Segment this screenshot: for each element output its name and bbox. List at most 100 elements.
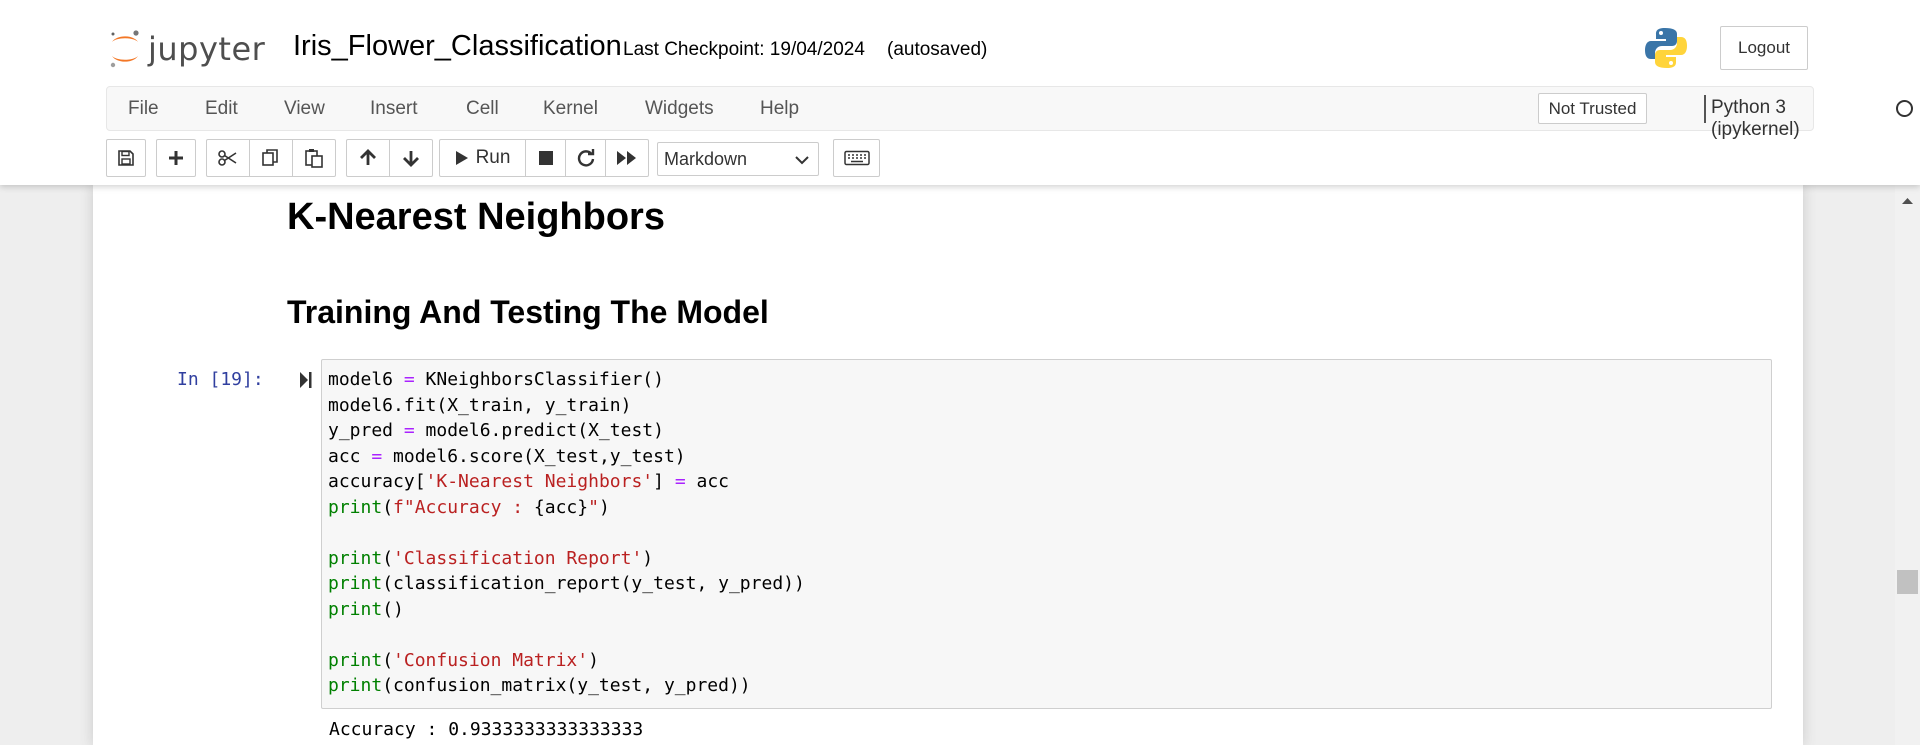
copy-icon — [262, 149, 278, 166]
code-line: print('Classification Report') — [328, 546, 805, 572]
code-token: " — [588, 496, 599, 518]
keyboard-icon — [843, 150, 870, 166]
code-token: print — [328, 573, 383, 594]
code-line: print('Confusion Matrix') — [328, 648, 805, 674]
logout-button[interactable]: Logout — [1720, 26, 1808, 70]
code-token: acc — [328, 445, 372, 467]
code-line: print() — [328, 597, 805, 623]
checkpoint-status: Last Checkpoint: 19/04/2024 — [623, 39, 865, 60]
code-line: print(confusion_matrix(y_test, y_pred)) — [328, 673, 805, 699]
code-token: ( — [382, 649, 394, 671]
jupyter-logo-icon — [110, 30, 139, 68]
chevron-down-icon — [795, 156, 809, 165]
input-prompt: In [19]: — [177, 369, 264, 390]
code-token: model6.score(X_test,y_test) — [382, 445, 686, 467]
trust-button[interactable]: Not Trusted — [1538, 93, 1647, 124]
code-token: (classification_report(y_test, y_pred)) — [382, 573, 805, 594]
save-icon — [118, 150, 134, 166]
run-cell-icon[interactable] — [299, 371, 313, 394]
code-token: = — [674, 471, 686, 492]
restart-run-all-button[interactable] — [605, 139, 649, 177]
code-editor[interactable]: model6 = KNeighborsClassifier() model6.fi… — [328, 367, 805, 699]
code-token: print — [328, 547, 383, 569]
code-token: = — [403, 369, 415, 390]
notebook-title[interactable]: Iris_Flower_Classification — [293, 30, 622, 63]
code-token: f"Accuracy : — [393, 496, 534, 518]
menu-kernel[interactable]: Kernel — [543, 98, 598, 120]
restart-button[interactable] — [565, 139, 606, 177]
code-token: = — [403, 420, 415, 441]
code-token: ) — [642, 547, 654, 569]
code-token: accuracy[ — [328, 471, 426, 492]
cut-icon — [218, 150, 237, 166]
code-line: model6.fit(X_train, y_train) — [328, 393, 805, 419]
scrollbar-thumb[interactable] — [1897, 570, 1918, 594]
menu-help[interactable]: Help — [760, 98, 799, 120]
python-logo-icon — [1644, 26, 1688, 75]
menu-widgets[interactable]: Widgets — [645, 98, 714, 120]
code-token: model6.fit(X_train, y_train) — [328, 394, 632, 416]
menu-insert[interactable]: Insert — [370, 98, 418, 120]
code-token: ] — [653, 471, 675, 492]
paste-button[interactable] — [292, 139, 336, 177]
command-palette-button[interactable] — [833, 139, 880, 177]
menu-view[interactable]: View — [284, 98, 325, 120]
logo-text: jupyter — [148, 30, 266, 68]
code-token: ) — [598, 496, 610, 518]
code-token: print — [328, 649, 383, 671]
code-token: model6.predict(X_test) — [414, 420, 664, 441]
code-token: acc — [685, 471, 730, 492]
code-token: {acc} — [533, 496, 589, 518]
code-line: print(f"Accuracy : {acc}") — [328, 495, 805, 521]
copy-button[interactable] — [249, 139, 293, 177]
code-line: acc = model6.score(X_test,y_test) — [328, 444, 805, 470]
cell-output: Accuracy : 0.9333333333333333 — [329, 719, 644, 740]
cell-type-value: Markdown — [664, 148, 748, 169]
insert-cell-button[interactable] — [156, 139, 196, 177]
kernel-name[interactable]: Python 3 (ipykernel) — [1711, 97, 1813, 141]
cut-button[interactable] — [206, 139, 250, 177]
code-token: ( — [382, 496, 394, 518]
menu-file[interactable]: File — [128, 98, 159, 120]
kernel-separator — [1704, 95, 1706, 123]
menu-edit[interactable]: Edit — [205, 98, 238, 120]
save-button[interactable] — [106, 139, 146, 177]
paste-icon — [305, 149, 323, 168]
code-token: y_pred — [328, 420, 404, 441]
code-token: 'K-Nearest Neighbors' — [425, 471, 654, 492]
code-line: model6 = KNeighborsClassifier() — [328, 367, 805, 393]
move-down-button[interactable] — [389, 139, 433, 177]
restart-icon — [577, 149, 594, 167]
heading-training-testing: Training And Testing The Model — [287, 294, 769, 330]
code-token: 'Classification Report' — [393, 547, 643, 569]
code-token: (confusion_matrix(y_test, y_pred)) — [382, 675, 751, 696]
kernel-status-icon — [1896, 100, 1913, 117]
code-token: 'Confusion Matrix' — [393, 649, 589, 671]
run-button[interactable]: Run — [439, 139, 526, 177]
scroll-up-icon[interactable] — [1902, 192, 1913, 210]
scrollbar[interactable] — [1895, 185, 1920, 745]
interrupt-button[interactable] — [525, 139, 566, 177]
plus-icon — [169, 151, 183, 165]
code-token: model6 — [328, 369, 404, 390]
autosave-status: (autosaved) — [887, 39, 988, 60]
code-line: y_pred = model6.predict(X_test) — [328, 418, 805, 444]
code-token: ) — [588, 649, 599, 671]
arrow-down-icon — [403, 151, 419, 167]
code-token: print — [328, 675, 383, 696]
code-line: accuracy['K-Nearest Neighbors'] = acc — [328, 469, 805, 495]
code-token: print — [328, 496, 383, 518]
code-token: KNeighborsClassifier() — [414, 369, 664, 390]
arrow-up-icon — [360, 149, 376, 165]
play-icon — [455, 151, 468, 165]
jupyter-logo[interactable]: jupyter — [108, 26, 265, 72]
code-line: print(classification_report(y_test, y_pr… — [328, 571, 805, 597]
menu-cell[interactable]: Cell — [466, 98, 499, 120]
cell-type-select[interactable]: Markdown — [657, 142, 819, 176]
code-token: ( — [382, 547, 394, 569]
heading-knn: K-Nearest Neighbors — [287, 196, 665, 238]
fast-forward-icon — [617, 151, 636, 165]
move-up-button[interactable] — [346, 139, 390, 177]
